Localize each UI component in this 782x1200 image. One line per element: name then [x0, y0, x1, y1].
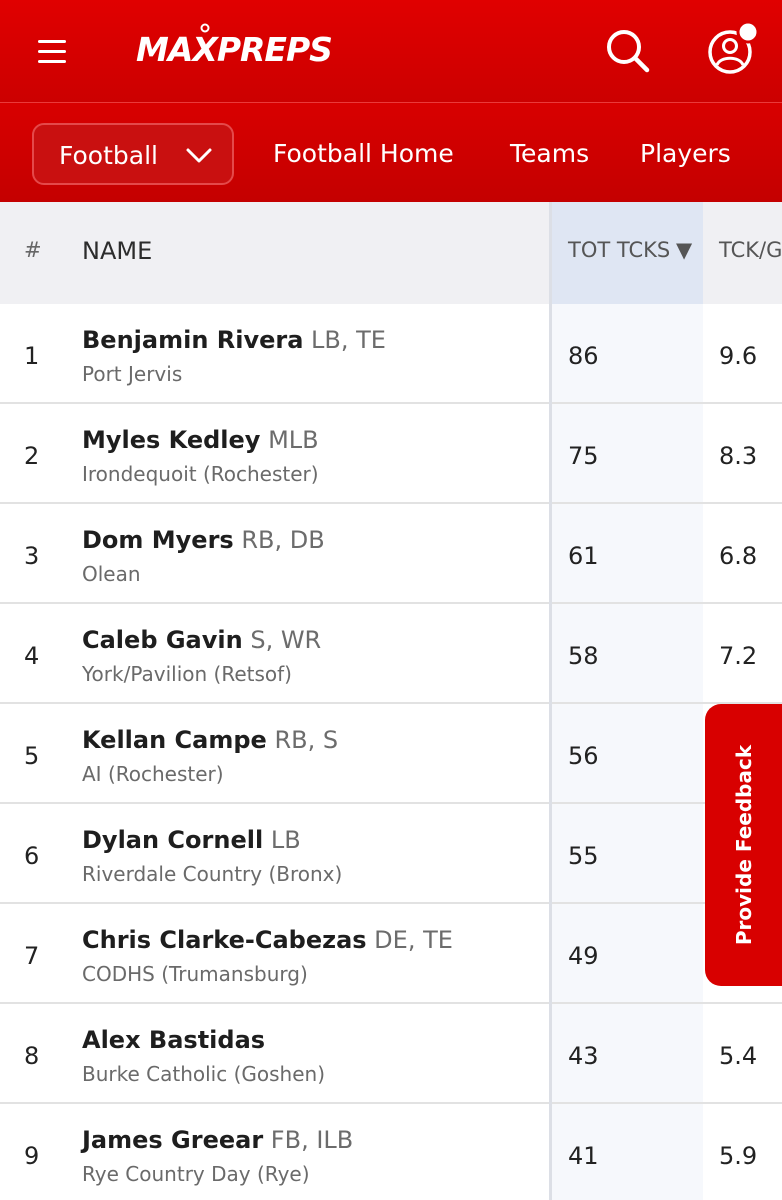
school-name: AI (Rochester): [82, 762, 224, 786]
school-name: CODHS (Trumansburg): [82, 962, 308, 986]
school-name: York/Pavilion (Retsof): [82, 662, 292, 686]
stats-table: # NAME TOT TCKS ▼ TCK/G 1 Benjamin Rivera…: [0, 202, 782, 1200]
player-name: Myles Kedley: [82, 426, 261, 454]
player-name-link[interactable]: James Greear FB, ILB: [82, 1126, 353, 1154]
rank-cell: 6: [24, 842, 40, 870]
table-row[interactable]: 2 Myles Kedley MLB Irondequoit (Rochester)…: [0, 404, 782, 504]
school-name: Rye Country Day (Rye): [82, 1162, 310, 1186]
chevron-down-icon: [186, 148, 212, 163]
nav-link-teams[interactable]: Teams: [510, 139, 589, 168]
player-position: RB, DB: [233, 526, 325, 554]
player-name-link[interactable]: Alex Bastidas: [82, 1026, 265, 1054]
school-name: Irondequoit (Rochester): [82, 462, 319, 486]
rank-column-header: #: [24, 238, 42, 262]
provide-feedback-label: Provide Feedback: [731, 744, 756, 946]
rank-cell: 7: [24, 942, 40, 970]
rank-cell: 4: [24, 642, 40, 670]
maxpreps-logo[interactable]: MAXPREPS: [136, 20, 333, 80]
table-row[interactable]: 5 Kellan Campe RB, S AI (Rochester) 56: [0, 704, 782, 804]
tot-tcks-cell: 55: [568, 842, 599, 870]
sort-desc-icon: ▼: [676, 238, 693, 262]
player-name: Dylan Cornell: [82, 826, 264, 854]
notification-dot-icon: [736, 20, 760, 44]
player-position: FB, ILB: [263, 1126, 354, 1154]
hamburger-menu-icon[interactable]: [30, 34, 74, 70]
player-name-link[interactable]: Dylan Cornell LB: [82, 826, 301, 854]
sticky-column-divider: [549, 202, 552, 1200]
player-name-link[interactable]: Dom Myers RB, DB: [82, 526, 325, 554]
table-row[interactable]: 4 Caleb Gavin S, WR York/Pavilion (Retsof)…: [0, 604, 782, 704]
sport-select-label: Football: [59, 141, 158, 170]
player-position: S, WR: [242, 626, 322, 654]
table-row[interactable]: 8 Alex Bastidas Burke Catholic (Goshen) 43 5…: [0, 1004, 782, 1104]
tot-tcks-cell: 43: [568, 1042, 599, 1070]
tot-tcks-cell: 41: [568, 1142, 599, 1170]
sub-navigation: Football Football Home Teams Players: [0, 102, 782, 202]
table-row[interactable]: 7 Chris Clarke-Cabezas DE, TE CODHS (Truma…: [0, 904, 782, 1004]
player-name-link[interactable]: Kellan Campe RB, S: [82, 726, 338, 754]
tot-tcks-cell: 86: [568, 342, 599, 370]
player-name: Benjamin Rivera: [82, 326, 304, 354]
table-row[interactable]: 9 James Greear FB, ILB Rye Country Day (Ry…: [0, 1104, 782, 1200]
sport-select-dropdown[interactable]: Football: [32, 123, 234, 185]
player-position: LB, TE: [303, 326, 386, 354]
search-icon[interactable]: [600, 24, 654, 78]
rank-cell: 8: [24, 1042, 40, 1070]
tck-g-cell: 5.4: [719, 1042, 758, 1070]
player-name-link[interactable]: Benjamin Rivera LB, TE: [82, 326, 386, 354]
user-account-icon[interactable]: [700, 20, 766, 82]
player-position: LB: [263, 826, 301, 854]
nav-link-players[interactable]: Players: [640, 139, 731, 168]
player-name-link[interactable]: Caleb Gavin S, WR: [82, 626, 321, 654]
tck-g-cell: 9.6: [719, 342, 758, 370]
table-row[interactable]: 3 Dom Myers RB, DB Olean 61 6.8: [0, 504, 782, 604]
nav-link-football-home[interactable]: Football Home: [273, 139, 454, 168]
player-name: Caleb Gavin: [82, 626, 243, 654]
top-header: MAXPREPS: [0, 0, 782, 102]
tot-tcks-cell: 56: [568, 742, 599, 770]
player-position: MLB: [260, 426, 319, 454]
name-column-header[interactable]: NAME: [82, 237, 152, 265]
tot-tcks-column-header: TOT TCKS: [568, 238, 671, 262]
table-row[interactable]: 1 Benjamin Rivera LB, TE Port Jervis 86 9.6: [0, 304, 782, 404]
tck-g-cell: 5.9: [719, 1142, 758, 1170]
player-name-link[interactable]: Myles Kedley MLB: [82, 426, 319, 454]
school-name: Riverdale Country (Bronx): [82, 862, 343, 886]
player-name-link[interactable]: Chris Clarke-Cabezas DE, TE: [82, 926, 453, 954]
rank-cell: 9: [24, 1142, 40, 1170]
table-row[interactable]: 6 Dylan Cornell LB Riverdale Country (Bron…: [0, 804, 782, 904]
rank-cell: 5: [24, 742, 40, 770]
logo-text: MAXPREPS: [136, 30, 333, 69]
tck-g-cell: 8.3: [719, 442, 758, 470]
school-name: Port Jervis: [82, 362, 183, 386]
tck-g-cell: 7.2: [719, 642, 758, 670]
school-name: Olean: [82, 562, 141, 586]
tot-tcks-cell: 61: [568, 542, 599, 570]
player-name: Alex Bastidas: [82, 1026, 266, 1054]
rank-cell: 3: [24, 542, 40, 570]
rank-cell: 2: [24, 442, 40, 470]
player-name: James Greear: [82, 1126, 264, 1154]
rank-cell: 1: [24, 342, 40, 370]
player-name: Chris Clarke-Cabezas: [82, 926, 367, 954]
tck-g-cell: 6.8: [719, 542, 758, 570]
player-name: Dom Myers: [82, 526, 234, 554]
tot-tcks-cell: 75: [568, 442, 599, 470]
school-name: Burke Catholic (Goshen): [82, 1062, 326, 1086]
provide-feedback-button[interactable]: Provide Feedback: [705, 704, 782, 986]
tck-g-column-header[interactable]: TCK/G: [719, 238, 782, 262]
player-name: Kellan Campe: [82, 726, 267, 754]
player-position: RB, S: [266, 726, 339, 754]
table-header: # NAME TOT TCKS ▼ TCK/G: [0, 202, 782, 304]
player-position: DE, TE: [366, 926, 453, 954]
tot-tcks-cell: 49: [568, 942, 599, 970]
tot-tcks-header-cell[interactable]: TOT TCKS ▼: [552, 202, 703, 304]
tot-tcks-cell: 58: [568, 642, 599, 670]
